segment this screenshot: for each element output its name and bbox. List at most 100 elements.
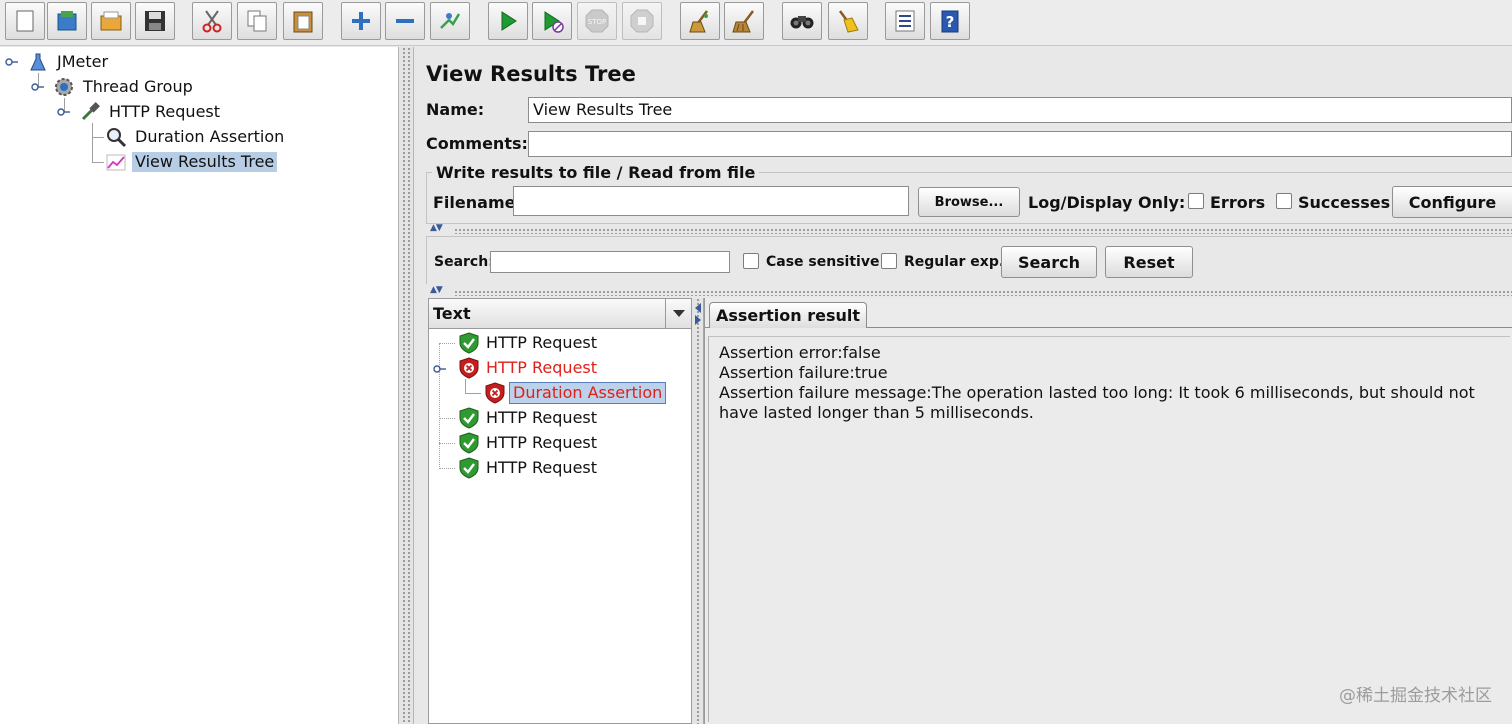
graph-icon bbox=[104, 151, 128, 173]
watermark: @稀土掘金技术社区 bbox=[1339, 686, 1492, 706]
main-split-divider[interactable] bbox=[398, 47, 414, 724]
clear-all-button[interactable] bbox=[724, 2, 764, 40]
tree-item-label: Duration Assertion bbox=[135, 127, 285, 146]
shutdown-button[interactable] bbox=[622, 2, 662, 40]
start-no-pauses-button[interactable] bbox=[532, 2, 572, 40]
svg-text:?: ? bbox=[946, 13, 955, 31]
splitter-grip[interactable] bbox=[454, 290, 1512, 296]
results-split-divider[interactable] bbox=[692, 298, 704, 724]
cut-button[interactable] bbox=[192, 2, 232, 40]
divider-grip bbox=[696, 298, 700, 724]
copy-button[interactable] bbox=[237, 2, 277, 40]
clear-button[interactable] bbox=[680, 2, 720, 40]
collapse-arrows-icon[interactable]: ▲▼ bbox=[430, 223, 443, 233]
pass-shield-icon bbox=[459, 432, 479, 454]
expand-handle[interactable] bbox=[433, 363, 447, 375]
file-group-title: Write results to file / Read from file bbox=[432, 163, 760, 182]
splitter-grip[interactable] bbox=[454, 228, 1512, 234]
help-icon: ? bbox=[941, 10, 959, 33]
assertion-result-text: Assertion error:false Assertion failure:… bbox=[708, 336, 1510, 722]
start-button[interactable] bbox=[488, 2, 528, 40]
result-item[interactable]: HTTP Request bbox=[457, 332, 600, 354]
tree-line bbox=[439, 418, 455, 419]
test-plan-tree: JMeter Thread Group HTTP Request Duratio… bbox=[0, 47, 398, 724]
tree-item-label: Thread Group bbox=[83, 77, 193, 96]
assertion-failure-message: Assertion failure message:The operation … bbox=[719, 383, 1475, 422]
open-button[interactable] bbox=[91, 2, 131, 40]
regex-label: Regular exp. bbox=[904, 254, 1005, 270]
search-icon bbox=[790, 16, 814, 29]
toggle-icon bbox=[440, 13, 461, 29]
function-helper-button[interactable] bbox=[885, 2, 925, 40]
search-button[interactable] bbox=[782, 2, 822, 40]
templates-icon bbox=[57, 11, 77, 31]
result-item-label: HTTP Request bbox=[486, 358, 598, 377]
filename-label: Filename bbox=[433, 193, 516, 212]
tab-assertion-result[interactable]: Assertion result bbox=[709, 302, 867, 328]
tree-item-jmeter[interactable]: JMeter bbox=[26, 51, 111, 73]
search-submit-button[interactable]: Search bbox=[1001, 246, 1097, 278]
successes-checkbox[interactable] bbox=[1276, 193, 1292, 209]
element-panel: View Results Tree Name: View Results Tre… bbox=[414, 47, 1512, 724]
result-item-assertion[interactable]: Duration Assertion bbox=[483, 382, 667, 404]
tree-item-duration-assertion[interactable]: Duration Assertion bbox=[104, 126, 287, 148]
toolbar: STOP ? bbox=[0, 0, 1512, 46]
renderer-select[interactable]: Text bbox=[429, 299, 691, 329]
case-sensitive-checkbox[interactable] bbox=[743, 253, 759, 269]
tree-item-view-results-tree[interactable]: View Results Tree bbox=[104, 151, 278, 173]
expand-handle[interactable] bbox=[31, 81, 45, 93]
search-input[interactable] bbox=[490, 251, 730, 273]
help-button[interactable]: ? bbox=[930, 2, 970, 40]
tree-line bbox=[439, 443, 455, 444]
new-icon bbox=[16, 10, 34, 32]
result-item[interactable]: HTTP Request bbox=[457, 357, 600, 379]
save-button[interactable] bbox=[135, 2, 175, 40]
result-item[interactable]: HTTP Request bbox=[457, 432, 600, 454]
tree-line bbox=[439, 468, 455, 469]
tree-item-thread-group[interactable]: Thread Group bbox=[52, 76, 196, 98]
new-button[interactable] bbox=[5, 2, 45, 40]
regex-checkbox[interactable] bbox=[881, 253, 897, 269]
errors-label: Errors bbox=[1210, 193, 1266, 212]
expand-button[interactable] bbox=[341, 2, 381, 40]
assertion-error-line: Assertion error:false bbox=[719, 343, 881, 362]
errors-checkbox[interactable] bbox=[1188, 193, 1204, 209]
pass-shield-icon bbox=[459, 332, 479, 354]
tree-line bbox=[439, 343, 455, 344]
svg-text:STOP: STOP bbox=[588, 18, 606, 26]
collapse-button[interactable] bbox=[385, 2, 425, 40]
split-arrows-icon[interactable] bbox=[694, 302, 702, 326]
browse-button[interactable]: Browse... bbox=[918, 187, 1020, 217]
tree-item-label: JMeter bbox=[57, 52, 109, 71]
fail-shield-icon bbox=[459, 357, 479, 379]
results-tree: Text HTTP Request HTTP Request Duration … bbox=[428, 298, 692, 724]
expand-handle[interactable] bbox=[57, 106, 71, 118]
chevron-down-icon[interactable] bbox=[665, 299, 691, 328]
expand-handle[interactable] bbox=[5, 56, 19, 68]
tree-item-label: View Results Tree bbox=[132, 152, 278, 172]
divider-grip bbox=[407, 47, 411, 724]
result-detail-panel: Assertion result Assertion error:false A… bbox=[704, 298, 1512, 724]
paste-button[interactable] bbox=[283, 2, 323, 40]
tree-item-http-request[interactable]: HTTP Request bbox=[78, 101, 223, 123]
result-item[interactable]: HTTP Request bbox=[457, 457, 600, 479]
result-item-label: HTTP Request bbox=[486, 333, 598, 352]
comments-field[interactable] bbox=[528, 131, 1512, 157]
filename-field[interactable] bbox=[513, 186, 909, 216]
copy-icon bbox=[247, 10, 267, 32]
reset-button[interactable]: Reset bbox=[1105, 246, 1193, 278]
stop-button[interactable]: STOP bbox=[577, 2, 617, 40]
reset-search-button[interactable] bbox=[828, 2, 868, 40]
templates-button[interactable] bbox=[47, 2, 87, 40]
name-label: Name: bbox=[426, 100, 485, 119]
tree-line bbox=[92, 123, 93, 163]
start-icon bbox=[501, 11, 517, 31]
clear-all-icon bbox=[732, 10, 754, 33]
configure-button[interactable]: Configure bbox=[1392, 186, 1512, 218]
paste-icon bbox=[293, 11, 313, 33]
save-icon bbox=[145, 11, 165, 31]
toggle-button[interactable] bbox=[430, 2, 470, 40]
collapse-arrows-icon[interactable]: ▲▼ bbox=[430, 285, 443, 295]
result-item[interactable]: HTTP Request bbox=[457, 407, 600, 429]
name-field[interactable]: View Results Tree bbox=[528, 97, 1512, 123]
